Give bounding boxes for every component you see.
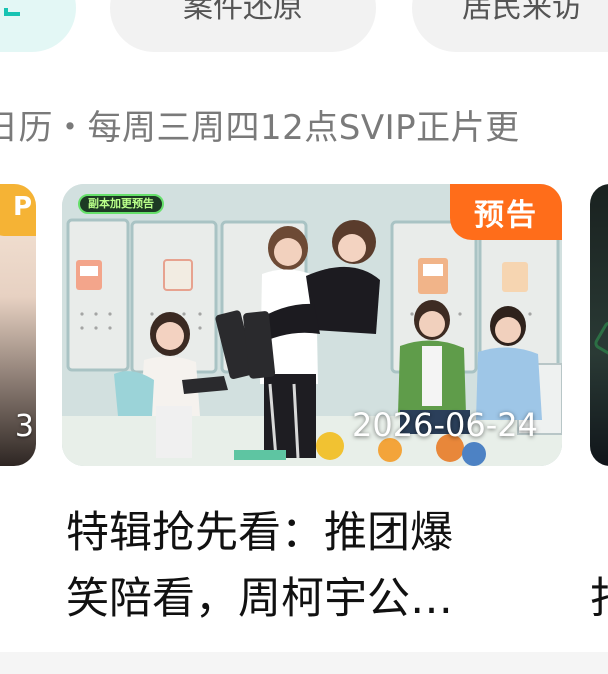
video-title-main[interactable]: 特辑抢先看：推团爆 笑陪看，周柯宇公… [66,500,542,632]
hexagon-icon [592,319,608,359]
title-line: 特辑抢先看：推团爆 [66,508,453,558]
preview-badge: 预告 [450,184,562,240]
screen: 案件还原 居民来访 日历・每周三周四12点SVIP正片更 P 3 副本加更预告 … [0,0,608,674]
video-title-right[interactable]: 打 [590,566,608,632]
filter-chip-active[interactable] [0,0,76,52]
filter-chip-case-restore[interactable]: 案件还原 [110,0,376,52]
bottom-divider [0,652,608,674]
chip-icon [4,8,20,16]
air-date-label: 2026-06-24 [352,406,538,444]
filter-chip-resident-visit[interactable]: 居民来访 [412,0,608,52]
video-card-main[interactable]: 副本加更预告 预告 2026-06-24 [62,184,562,466]
vip-tag: P [0,184,36,236]
title-line: 笑陪看，周柯宇公… [66,574,453,624]
video-card-left[interactable]: P 3 [0,184,36,466]
update-schedule-text: 日历・每周三周四12点SVIP正片更 [0,108,520,148]
promo-sticker: 副本加更预告 [78,194,164,214]
chip-label: 案件还原 [183,0,303,25]
video-card-right[interactable] [590,184,608,466]
episode-number: 3 [14,409,34,444]
chip-label: 居民来访 [462,0,582,25]
